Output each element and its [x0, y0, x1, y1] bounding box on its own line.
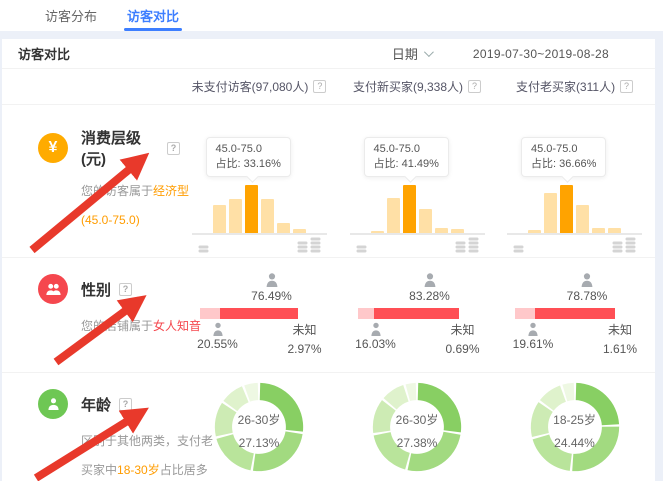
consumption-bar-chart: 45.0-75.0占比: 41.49%: [350, 137, 485, 254]
male-percentage: 16.03%: [350, 337, 402, 351]
consumption-row-title: 消费层级(元): [81, 127, 159, 169]
female-icon: [422, 272, 438, 288]
female-segment: [535, 308, 615, 319]
gender-icon: [38, 274, 68, 304]
gender-chart: 78.78% 19.61% 未知1.61%: [507, 272, 642, 359]
coins-icon: [356, 245, 367, 254]
bar: [213, 205, 226, 233]
female-percentage: 76.49%: [240, 289, 304, 303]
gender-ratio-bar: [358, 308, 460, 319]
unknown-percentage: 2.97%: [283, 340, 327, 359]
male-segment: [358, 308, 374, 319]
coins-icon: [198, 245, 209, 254]
male-segment: [200, 308, 221, 319]
help-icon[interactable]: ?: [119, 283, 132, 296]
row-age: 年龄 ? 区别于其他两类，支付老买家中18-30岁占比居多 26-30岁27.1…: [2, 372, 655, 481]
bar-highlighted: [560, 185, 573, 233]
column-header-repeat-buyers: 支付老买家(311人) ?: [496, 69, 653, 104]
bar: [592, 228, 605, 233]
male-icon: [210, 321, 226, 337]
chevron-down-icon: [424, 47, 434, 57]
male-segment: [515, 308, 535, 319]
bar: [277, 223, 290, 233]
donut-center-label: 26-30岁27.38%: [396, 408, 439, 454]
coins-icon: [513, 245, 524, 254]
panel-title: 访客对比: [18, 44, 70, 63]
bar: [451, 229, 464, 233]
column-header-new-buyers: 支付新买家(9,338人) ?: [338, 69, 496, 104]
consumption-bar-chart: 45.0-75.0占比: 33.16%: [192, 137, 327, 254]
donut-center-label: 26-30岁27.13%: [238, 408, 281, 454]
age-donut-chart: 26-30岁27.13%: [211, 379, 307, 480]
row-consumption-level: ¥ 消费层级(元) ? 您的访客属于经济型(45.0-75.0) 45.0-75…: [2, 105, 655, 257]
help-icon[interactable]: ?: [167, 142, 180, 155]
chart-tooltip: 45.0-75.0占比: 36.66%: [521, 137, 606, 177]
bar-highlighted: [403, 185, 416, 233]
donut-center-label: 18-25岁24.44%: [553, 408, 596, 454]
row-gender: 性别 ? 您的店铺属于女人知音 76.49%20.55%未知2.97% 83.2…: [2, 257, 655, 372]
male-percentage: 20.55%: [192, 337, 244, 351]
help-icon[interactable]: ?: [119, 398, 132, 411]
date-filter-label: 日期: [392, 44, 418, 63]
bar: [576, 205, 589, 233]
date-filter-dropdown[interactable]: 日期: [392, 44, 431, 63]
bar: [419, 209, 432, 233]
help-icon[interactable]: ?: [620, 80, 633, 93]
age-icon: [38, 389, 68, 419]
gender-ratio-bar: [515, 308, 617, 319]
age-donut-chart: 26-30岁27.38%: [369, 379, 465, 480]
coins-icon: [612, 241, 623, 254]
unknown-label: 未知: [441, 321, 485, 340]
panel-header: 访客对比 日期 2019-07-30~2019-08-28: [2, 39, 655, 69]
gender-row-title: 性别: [81, 279, 111, 300]
male-percentage: 19.61%: [507, 337, 559, 351]
bar: [293, 229, 306, 233]
unknown-percentage: 0.69%: [441, 340, 485, 359]
date-range-value[interactable]: 2019-07-30~2019-08-28: [473, 47, 639, 61]
yuan-icon: ¥: [38, 133, 68, 163]
female-percentage: 83.28%: [398, 289, 462, 303]
chart-tooltip: 45.0-75.0占比: 33.16%: [206, 137, 291, 177]
help-icon[interactable]: ?: [313, 80, 326, 93]
female-percentage: 78.78%: [555, 289, 619, 303]
coins-icon: [468, 237, 479, 254]
bar: [528, 230, 541, 233]
male-icon: [525, 321, 541, 337]
top-tab-bar: 访客分布 访客对比: [0, 0, 663, 31]
age-row-title: 年龄: [81, 394, 111, 415]
chart-tooltip: 45.0-75.0占比: 41.49%: [364, 137, 449, 177]
column-header-unpaid-visitors: 未支付访客(97,080人) ?: [180, 69, 338, 104]
coins-icon: [297, 241, 308, 254]
bar: [371, 231, 384, 233]
coins-icon: [455, 241, 466, 254]
female-icon: [264, 272, 280, 288]
age-donut-chart: 18-25岁24.44%: [527, 379, 623, 480]
gender-chart: 76.49% 20.55% 未知2.97%: [192, 272, 327, 359]
bar-highlighted: [245, 185, 258, 233]
unknown-label: 未知: [283, 321, 327, 340]
column-headers: 未支付访客(97,080人) ? 支付新买家(9,338人) ? 支付老买家(3…: [2, 69, 655, 105]
bar: [229, 199, 242, 233]
help-icon[interactable]: ?: [468, 80, 481, 93]
tab-visitor-comparison[interactable]: 访客对比: [127, 0, 179, 31]
unknown-percentage: 1.61%: [598, 340, 642, 359]
coins-icon: [310, 237, 321, 254]
bar: [608, 228, 621, 233]
bar: [544, 193, 557, 233]
bar: [261, 199, 274, 233]
female-segment: [374, 308, 459, 319]
female-icon: [579, 272, 595, 288]
bar: [387, 198, 400, 233]
bar: [435, 228, 448, 233]
coins-icon: [625, 237, 636, 254]
unknown-label: 未知: [598, 321, 642, 340]
gender-ratio-bar: [200, 308, 302, 319]
male-icon: [368, 321, 384, 337]
consumption-bar-chart: 45.0-75.0占比: 36.66%: [507, 137, 642, 254]
gender-chart: 83.28% 16.03% 未知0.69%: [350, 272, 485, 359]
tab-visitor-distribution[interactable]: 访客分布: [45, 0, 97, 31]
visitor-comparison-panel: 访客对比 日期 2019-07-30~2019-08-28 未支付访客(97,0…: [2, 39, 655, 481]
female-segment: [220, 308, 298, 319]
